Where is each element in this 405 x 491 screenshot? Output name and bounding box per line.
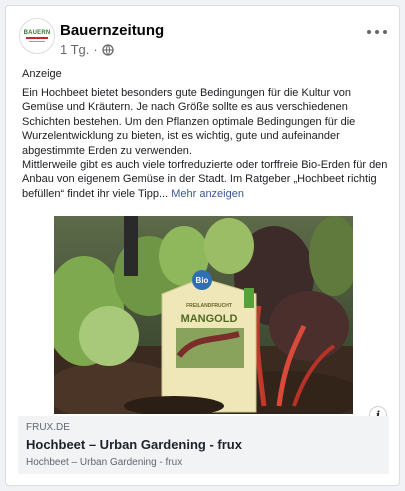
- post-paragraph: Ein Hochbeet bietet besonders gute Bedin…: [22, 87, 356, 157]
- avatar-logo-sub: [29, 41, 45, 42]
- page-name-link[interactable]: Bauernzeitung: [60, 22, 164, 39]
- post-meta: 1 Tg. ·: [60, 42, 114, 57]
- more-horizontal-icon-dot: [367, 30, 371, 34]
- more-options-button[interactable]: [367, 26, 387, 38]
- more-horizontal-icon-dot: [375, 30, 379, 34]
- link-domain: FRUX.DE: [26, 422, 70, 433]
- link-title[interactable]: Hochbeet – Urban Gardening - frux: [26, 437, 242, 452]
- tag-badge: Bio: [196, 276, 209, 285]
- ad-image[interactable]: Bio FREILANDFRUCHT MANGOLD: [54, 216, 353, 414]
- link-description: Hochbeet – Urban Gardening - frux: [26, 457, 183, 468]
- post-timestamp[interactable]: 1 Tg.: [60, 42, 89, 57]
- see-more-link[interactable]: Mehr anzeigen: [171, 188, 244, 200]
- post-body-text: Ein Hochbeet bietet besonders gute Bedin…: [22, 86, 388, 201]
- tag-title: MANGOLD: [181, 313, 238, 325]
- avatar-logo-text: BAUERN: [23, 30, 51, 36]
- more-horizontal-icon-dot: [383, 30, 387, 34]
- globe-icon: [102, 43, 114, 56]
- sponsored-label: Anzeige: [22, 68, 62, 80]
- avatar-logo-bar: [26, 37, 48, 39]
- meta-separator: ·: [93, 42, 98, 57]
- tag-small-text: FREILANDFRUCHT: [186, 303, 232, 309]
- post-paragraph: Mittlerweile gibt es auch viele torfredu…: [22, 158, 388, 201]
- avatar[interactable]: BAUERN: [19, 18, 55, 54]
- post-header: BAUERN Bauernzeitung 1 Tg. ·: [6, 6, 399, 66]
- link-preview[interactable]: FRUX.DE Hochbeet – Urban Gardening - fru…: [18, 416, 389, 474]
- ad-post-card: BAUERN Bauernzeitung 1 Tg. · Anzeige Ein…: [5, 5, 400, 486]
- ad-image-illustration: Bio FREILANDFRUCHT MANGOLD: [54, 216, 353, 414]
